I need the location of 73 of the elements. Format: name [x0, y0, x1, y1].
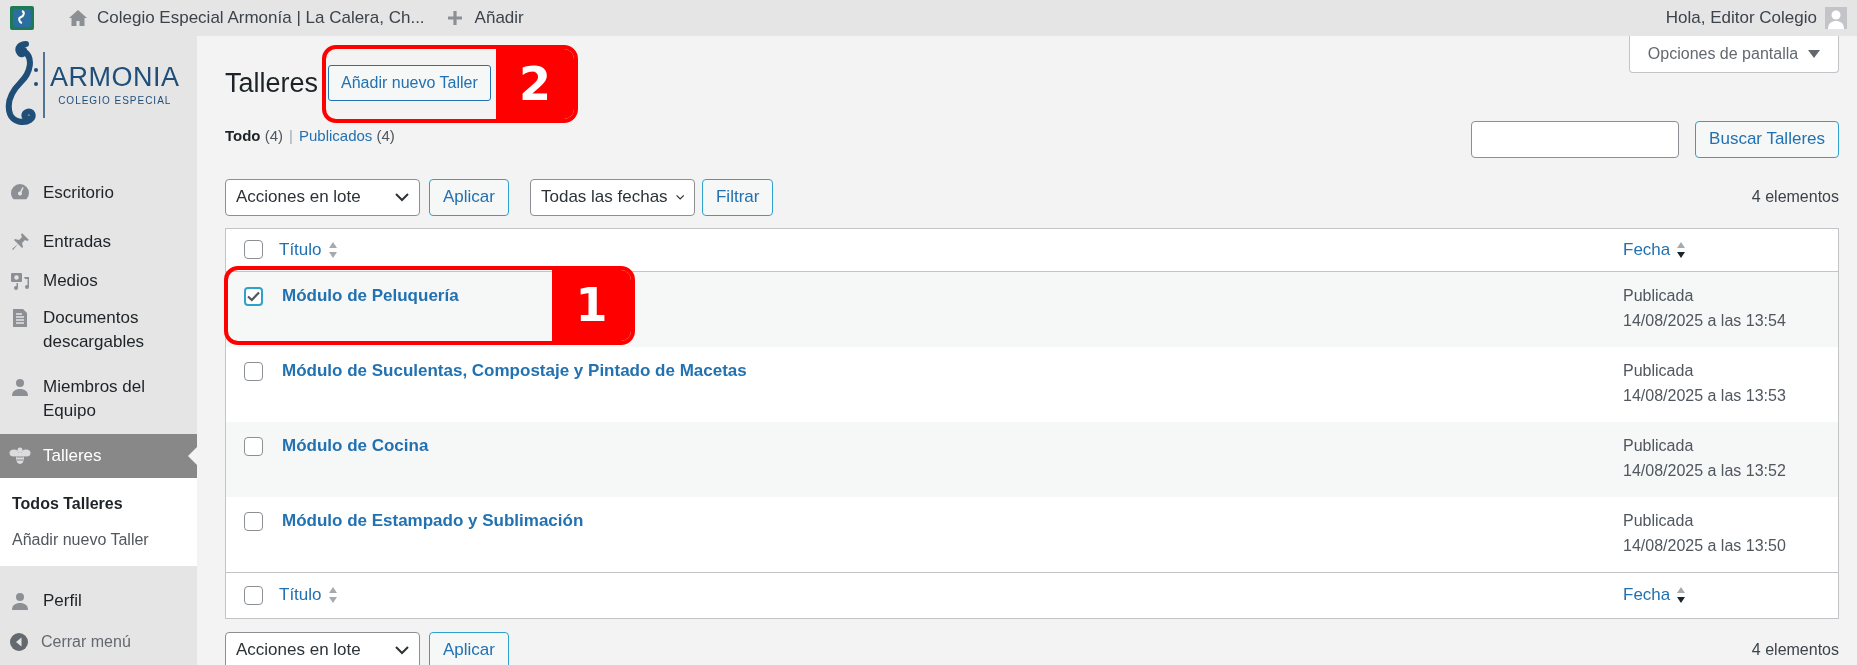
page-title: Talleres: [225, 67, 319, 100]
add-new-button[interactable]: Añadir nuevo Taller: [328, 65, 491, 102]
chevron-down-icon: [675, 192, 684, 202]
dropdown[interactable]: Todas las fechas: [529, 178, 695, 216]
date-text: 14/08/2025 a las 13:52: [1623, 460, 1787, 481]
item-count: 4 elementos: [1751, 187, 1839, 207]
chevron-down-icon: [395, 645, 409, 655]
account-link[interactable]: Hola, Editor Colegio: [1665, 5, 1817, 31]
status-text: Publicada: [1623, 285, 1695, 306]
checkbox[interactable]: [244, 585, 263, 605]
search-button[interactable]: Buscar Talleres: [1695, 120, 1839, 158]
checkbox[interactable]: [244, 361, 263, 381]
dashboard-icon: [10, 183, 30, 201]
triangle-down-icon: [1808, 50, 1821, 58]
view-filter-link[interactable]: Todo (4): [225, 124, 284, 147]
menu-item[interactable]: Medios: [0, 264, 197, 298]
site-title-link[interactable]: Colegio Especial Armonía | La Calera, Ch...: [97, 5, 425, 31]
home-icon: [68, 9, 88, 27]
new-content-link[interactable]: Añadir: [446, 5, 524, 31]
status-text: Publicada: [1623, 360, 1695, 381]
column-header-link[interactable]: Fecha: [1623, 236, 1687, 263]
media-icon: [10, 271, 30, 291]
person-icon: [10, 377, 30, 397]
document-icon: [11, 308, 29, 328]
logo-wordmark: ARMONIA: [50, 64, 180, 91]
dropdown[interactable]: Acciones en lote: [225, 631, 420, 665]
status-text: Publicada: [1623, 435, 1695, 456]
row-title-link[interactable]: Módulo de Cocina: [279, 435, 429, 456]
site-logo-icon: [10, 6, 34, 30]
row-title-link[interactable]: Módulo de Estampado y Sublimación: [279, 510, 584, 531]
checkbox[interactable]: [244, 240, 263, 259]
submenu-item[interactable]: Todos Talleres: [0, 486, 197, 522]
view-filter-link[interactable]: Publicados (4): [298, 124, 395, 147]
status-text: Publicada: [1623, 510, 1695, 531]
collapse-icon: [9, 632, 29, 652]
collapse-menu-button[interactable]: Cerrar menú: [0, 630, 197, 654]
chevron-down-icon: [395, 192, 409, 202]
row-title-link[interactable]: Módulo de Peluquería: [279, 285, 459, 306]
column-header-link[interactable]: Fecha: [1623, 582, 1687, 608]
apply-button[interactable]: Aplicar: [429, 631, 509, 665]
avatar-icon: [1825, 7, 1847, 29]
menu-item[interactable]: Perfil: [0, 584, 197, 618]
checkbox[interactable]: [244, 511, 263, 531]
plus-icon: [446, 10, 463, 26]
apply-button[interactable]: Aplicar: [429, 178, 509, 216]
screen-options-tab[interactable]: Opciones de pantalla: [1629, 36, 1839, 73]
check-icon: [247, 290, 260, 302]
item-count: 4 elementos: [1751, 640, 1839, 660]
date-text: 14/08/2025 a las 13:54: [1623, 310, 1787, 331]
checkbox[interactable]: [244, 286, 263, 306]
annotation-number: 1: [552, 270, 631, 341]
menu-item[interactable]: Escritorio: [0, 176, 197, 210]
submenu-item[interactable]: Añadir nuevo Taller: [0, 522, 197, 558]
date-text: 14/08/2025 a las 13:53: [1623, 385, 1787, 406]
bee-icon: [9, 446, 31, 466]
menu-item[interactable]: Talleres: [0, 434, 197, 478]
separator: |: [289, 125, 293, 146]
person-icon: [10, 591, 30, 611]
column-header-link[interactable]: Título: [279, 582, 338, 608]
menu-item[interactable]: Miembros del Equipo: [0, 370, 197, 428]
menu-item[interactable]: Documentos descargables: [0, 301, 197, 359]
column-header-link[interactable]: Título: [279, 236, 338, 263]
row-title-link[interactable]: Módulo de Suculentas, Compostaje y Pintado de Macetas: [279, 360, 747, 381]
date-text: 14/08/2025 a las 13:50: [1623, 535, 1787, 556]
menu-item[interactable]: Entradas: [0, 225, 197, 259]
filter-button[interactable]: Filtrar: [701, 178, 774, 216]
search-field[interactable]: [1471, 120, 1680, 158]
logo-tagline: COLEGIO ESPECIAL: [58, 94, 172, 108]
annotation-number: 2: [496, 49, 574, 119]
checkbox[interactable]: [244, 436, 263, 456]
current-item-pointer: [188, 447, 197, 465]
pin-icon: [10, 232, 30, 252]
dropdown[interactable]: Acciones en lote: [225, 178, 420, 216]
